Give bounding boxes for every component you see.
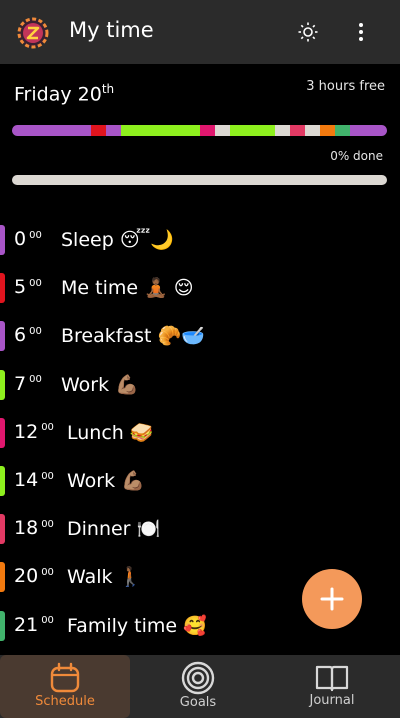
more-options-icon[interactable] <box>347 18 375 46</box>
timeline-segment <box>214 125 230 136</box>
activity-minutes: 00 <box>41 470 54 482</box>
activity-minutes: 00 <box>41 518 54 530</box>
schedule-row[interactable]: 7 00 Work 💪🏽 <box>0 369 400 400</box>
activity-label: Dinner 🍽️ <box>67 518 161 541</box>
activity-minutes: 00 <box>29 229 42 241</box>
timeline-segment <box>289 125 305 136</box>
day-text: Friday 20 <box>14 83 102 106</box>
activity-time: 5 00 <box>14 276 42 298</box>
timeline-segment <box>349 125 387 136</box>
timeline-segment <box>334 125 350 136</box>
activity-color-bar <box>0 369 5 400</box>
progress-label: 0% done <box>330 149 383 163</box>
schedule-row[interactable]: 18 00 Dinner 🍽️ <box>0 514 400 545</box>
activity-label: Family time 🥰 <box>67 614 207 637</box>
book-icon <box>315 665 349 692</box>
activity-label: Me time 🧘🏾 😌 <box>61 277 194 300</box>
activity-time: 12 00 <box>14 421 54 443</box>
activity-hour: 0 <box>14 228 27 250</box>
timeline-segment <box>229 125 275 136</box>
app-logo-icon <box>17 17 49 49</box>
activity-minutes: 00 <box>41 567 54 579</box>
nav-goals-label: Goals <box>179 695 217 710</box>
activity-color-bar <box>0 466 5 496</box>
activity-time: 21 00 <box>14 614 54 636</box>
activity-time: 20 00 <box>14 565 54 587</box>
nav-schedule[interactable]: Schedule <box>0 655 130 718</box>
activity-color-bar <box>0 273 5 304</box>
activity-color-bar <box>0 225 5 255</box>
nav-schedule-label: Schedule <box>35 694 95 709</box>
timeline-segment <box>90 125 106 136</box>
day-timeline-bar <box>12 125 387 136</box>
add-activity-button[interactable] <box>302 569 362 629</box>
activity-time: 14 00 <box>14 469 54 491</box>
nav-goals[interactable]: Goals <box>148 655 248 718</box>
app-title: My time <box>69 18 154 42</box>
timeline-segment <box>199 125 215 136</box>
activity-time: 7 00 <box>14 373 42 395</box>
timeline-segment <box>105 125 121 136</box>
activity-time: 18 00 <box>14 517 54 539</box>
activity-label: Work 💪🏽 <box>61 373 139 396</box>
activity-label: Lunch 🥪 <box>67 421 154 444</box>
plus-icon <box>320 587 344 611</box>
timeline-segment <box>319 125 335 136</box>
timeline-segment <box>12 125 91 136</box>
activity-label: Walk 🚶🏾 <box>67 566 143 589</box>
activity-hour: 5 <box>14 276 27 299</box>
activity-label: Breakfast 🥐🥣 <box>61 325 205 348</box>
timeline-segment <box>304 125 320 136</box>
activity-hour: 14 <box>14 469 39 491</box>
timeline-segment <box>274 125 290 136</box>
day-heading: Friday 20th <box>14 82 114 105</box>
activity-color-bar <box>0 514 5 545</box>
activity-hour: 20 <box>14 565 39 588</box>
target-icon <box>181 661 215 695</box>
timeline-segment <box>120 125 200 136</box>
activity-time: 6 00 <box>14 324 42 346</box>
activity-minutes: 00 <box>29 326 42 338</box>
activity-minutes: 00 <box>41 422 54 434</box>
activity-hour: 18 <box>14 517 39 540</box>
activity-color-bar <box>0 417 5 448</box>
app-bar: My time <box>0 0 400 64</box>
schedule-row[interactable]: 12 00 Lunch 🥪 <box>0 417 400 448</box>
nav-journal[interactable]: Journal <box>282 655 382 718</box>
activity-minutes: 00 <box>29 374 42 386</box>
schedule-row[interactable]: 6 00 Breakfast 🥐🥣 <box>0 321 400 352</box>
activity-time: 0 00 <box>14 228 42 250</box>
activity-minutes: 00 <box>29 277 42 289</box>
activity-color-bar <box>0 321 5 352</box>
activity-minutes: 00 <box>41 615 54 627</box>
progress-bar <box>12 175 387 185</box>
nav-journal-label: Journal <box>309 693 355 708</box>
activity-hour: 12 <box>14 420 39 443</box>
activity-hour: 7 <box>14 372 27 395</box>
activity-hour: 21 <box>14 613 39 636</box>
schedule-row[interactable]: 5 00 Me time 🧘🏾 😌 <box>0 273 400 304</box>
activity-color-bar <box>0 562 5 593</box>
schedule-row[interactable]: 0 00 Sleep 😴🌙 <box>0 225 400 255</box>
day-suffix: th <box>101 82 115 96</box>
activity-color-bar <box>0 610 5 641</box>
free-time-label: 3 hours free <box>306 79 385 94</box>
activity-hour: 6 <box>14 324 27 347</box>
calendar-icon <box>50 662 80 693</box>
activity-label: Sleep 😴🌙 <box>61 229 174 251</box>
theme-toggle-icon[interactable] <box>294 18 322 46</box>
activity-label: Work 💪🏽 <box>67 470 145 492</box>
bottom-navigation: Schedule Goals Journal <box>0 655 400 718</box>
schedule-row[interactable]: 14 00 Work 💪🏽 <box>0 466 400 496</box>
